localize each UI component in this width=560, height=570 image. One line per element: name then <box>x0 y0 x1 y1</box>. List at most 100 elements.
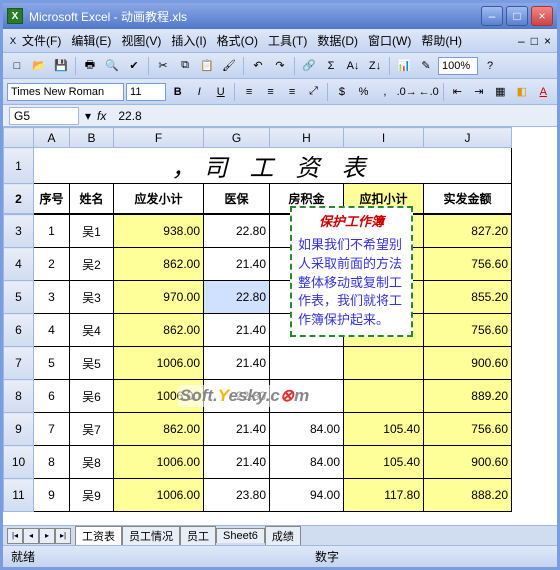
font-color-icon[interactable]: A <box>534 82 553 102</box>
tab-3[interactable]: 员工 <box>180 526 216 545</box>
cell[interactable]: 3 <box>34 281 70 314</box>
cell[interactable]: 4 <box>34 314 70 347</box>
cell[interactable]: 1 <box>34 215 70 248</box>
cell[interactable] <box>344 380 424 413</box>
col-G[interactable]: G <box>204 128 270 148</box>
col-H[interactable]: H <box>270 128 344 148</box>
cell[interactable]: 862.00 <box>114 413 204 446</box>
cell[interactable]: 21.40 <box>204 446 270 479</box>
cell[interactable]: 756.60 <box>424 314 512 347</box>
cell[interactable]: 756.60 <box>424 248 512 281</box>
italic-icon[interactable]: I <box>190 82 209 102</box>
preview-icon[interactable]: 🔍 <box>102 56 122 76</box>
menu-help[interactable]: 帮助(H) <box>416 32 467 49</box>
cell[interactable]: 84.00 <box>270 446 344 479</box>
undo-icon[interactable]: ↶ <box>248 56 268 76</box>
menu-edit[interactable]: 编辑(E) <box>66 32 116 49</box>
doc-max-icon[interactable]: □ <box>531 34 538 48</box>
font-name-box[interactable]: Times New Roman <box>7 83 124 101</box>
copy-icon[interactable]: ⧉ <box>175 56 195 76</box>
hdr-subtotal[interactable]: 应发小计 <box>114 184 204 214</box>
hyperlink-icon[interactable]: 🔗 <box>299 56 319 76</box>
row-2-hdr[interactable]: 2 <box>4 184 34 214</box>
zoom-box[interactable]: 100% <box>438 57 478 75</box>
cell[interactable]: 900.60 <box>424 347 512 380</box>
print-icon[interactable]: 🖶 <box>80 56 100 76</box>
cell[interactable]: 1006.00 <box>114 446 204 479</box>
merge-icon[interactable]: ⤢ <box>304 82 323 102</box>
autosum-icon[interactable]: Σ <box>321 56 341 76</box>
spellcheck-icon[interactable]: ✔ <box>124 56 144 76</box>
borders-icon[interactable]: ▦ <box>491 82 510 102</box>
doc-min-icon[interactable]: – <box>518 34 525 48</box>
hdr-seq[interactable]: 序号 <box>34 184 70 214</box>
spreadsheet-grid[interactable]: A B F G H I J 1 ，司 工 资 表 2 序号 姓名 应发小计 医保… <box>3 127 557 525</box>
cell[interactable]: 1006.00 <box>114 347 204 380</box>
hdr-net[interactable]: 实发金额 <box>424 184 512 214</box>
sort-asc-icon[interactable]: A↓ <box>343 56 363 76</box>
currency-icon[interactable]: $ <box>332 82 351 102</box>
comma-icon[interactable]: , <box>375 82 394 102</box>
row-hdr[interactable]: 8 <box>4 380 34 413</box>
cell[interactable]: 吴5 <box>70 347 114 380</box>
col-F[interactable]: F <box>114 128 204 148</box>
sort-desc-icon[interactable]: Z↓ <box>365 56 385 76</box>
cell[interactable]: 21.40 <box>204 347 270 380</box>
menu-insert[interactable]: 插入(I) <box>166 32 211 49</box>
cell[interactable]: 吴2 <box>70 248 114 281</box>
cell[interactable]: 756.60 <box>424 413 512 446</box>
menu-view[interactable]: 视图(V) <box>116 32 166 49</box>
cell[interactable]: 84.00 <box>270 413 344 446</box>
row-hdr[interactable]: 4 <box>4 248 34 281</box>
row-hdr[interactable]: 7 <box>4 347 34 380</box>
maximize-button[interactable]: □ <box>506 6 528 26</box>
cell[interactable]: 6 <box>34 380 70 413</box>
cell[interactable]: 5 <box>34 347 70 380</box>
dec-decimal-icon[interactable]: ←.0 <box>419 82 439 102</box>
col-B[interactable]: B <box>70 128 114 148</box>
col-J[interactable]: J <box>424 128 512 148</box>
menu-data[interactable]: 数据(D) <box>312 32 363 49</box>
cell[interactable]: 827.20 <box>424 215 512 248</box>
percent-icon[interactable]: % <box>354 82 373 102</box>
row-1-hdr[interactable]: 1 <box>4 148 34 184</box>
tab-4[interactable]: Sheet6 <box>216 528 265 543</box>
cell[interactable]: 7 <box>34 413 70 446</box>
tab-5[interactable]: 成绩 <box>265 526 301 545</box>
row-hdr[interactable]: 11 <box>4 479 34 512</box>
inc-decimal-icon[interactable]: .0→ <box>397 82 417 102</box>
align-center-icon[interactable]: ≡ <box>261 82 280 102</box>
cell[interactable]: 21.40 <box>204 413 270 446</box>
hdr-name[interactable]: 姓名 <box>70 184 114 214</box>
name-box[interactable]: G5 <box>9 107 79 125</box>
indent-dec-icon[interactable]: ⇤ <box>448 82 467 102</box>
bold-icon[interactable]: B <box>168 82 187 102</box>
select-all-corner[interactable] <box>4 128 34 148</box>
cut-icon[interactable]: ✂ <box>153 56 173 76</box>
cell[interactable]: 21.40 <box>204 248 270 281</box>
row-hdr[interactable]: 6 <box>4 314 34 347</box>
row-hdr[interactable]: 10 <box>4 446 34 479</box>
cell[interactable]: 23.80 <box>204 479 270 512</box>
open-icon[interactable]: 📂 <box>29 56 49 76</box>
cell[interactable]: 862.00 <box>114 314 204 347</box>
cell[interactable]: 9 <box>34 479 70 512</box>
cell[interactable]: 吴1 <box>70 215 114 248</box>
fx-icon[interactable]: fx <box>91 109 112 123</box>
cell[interactable]: 855.20 <box>424 281 512 314</box>
help-icon[interactable]: ? <box>480 56 500 76</box>
tab-next-icon[interactable]: ▸ <box>39 528 55 544</box>
font-size-box[interactable]: 11 <box>126 83 166 101</box>
row-hdr[interactable]: 5 <box>4 281 34 314</box>
tab-2[interactable]: 员工情况 <box>122 526 180 545</box>
cell[interactable]: 22.80 <box>204 281 270 314</box>
new-icon[interactable]: □ <box>7 56 27 76</box>
save-icon[interactable]: 💾 <box>51 56 71 76</box>
cell[interactable]: 862.00 <box>114 248 204 281</box>
doc-close-icon[interactable]: × <box>544 34 551 48</box>
tab-prev-icon[interactable]: ◂ <box>23 528 39 544</box>
cell[interactable]: 938.00 <box>114 215 204 248</box>
cell[interactable]: 105.40 <box>344 446 424 479</box>
cell[interactable]: 1006.00 <box>114 380 204 413</box>
menu-window[interactable]: 窗口(W) <box>363 32 416 49</box>
